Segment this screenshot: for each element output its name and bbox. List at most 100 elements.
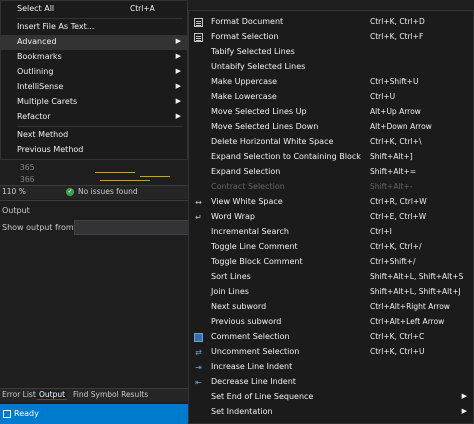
menu-item-label: Select All: [17, 4, 55, 13]
menu-item-label: Insert File As Text...: [17, 22, 95, 31]
chevron-right-icon: ▶: [175, 112, 181, 120]
menu-item-shortcut: Ctrl+A: [130, 4, 155, 13]
menu-item-label: Sort Lines: [211, 272, 251, 281]
menu-item-label: Move Selected Lines Up: [211, 107, 307, 116]
advanced-submenu: Format Document Ctrl+K, Ctrl+D Format Se…: [188, 10, 474, 424]
format-selection-icon: [194, 33, 203, 42]
menu-item-label: IntelliSense: [17, 82, 64, 91]
menu-item-shortcut: Shift+Alt+]: [370, 152, 413, 161]
chevron-right-icon: ▶: [175, 67, 181, 75]
menu-item-shortcut: Shift+Alt+-: [370, 182, 413, 191]
status-text: Ready: [14, 409, 39, 418]
menu-item-move-selected-lines-down[interactable]: Move Selected Lines Down Alt+Down Arrow: [189, 120, 473, 135]
menu-item-expand-selection-to-containing-block[interactable]: Expand Selection to Containing Block Shi…: [189, 150, 473, 165]
menu-item-previous-subword[interactable]: Previous subword Ctrl+Alt+Left Arrow: [189, 315, 473, 330]
menu-item-label: Contract Selection: [211, 182, 285, 191]
menu-item-label: Expand Selection: [211, 167, 281, 176]
chevron-right-icon: ▶: [175, 52, 181, 60]
white-space-icon: ↔: [195, 198, 202, 207]
decrease-indent-icon: ⇤: [195, 378, 202, 387]
menu-item-join-lines[interactable]: Join Lines Shift+Alt+L, Shift+Alt+J: [189, 285, 473, 300]
menu-item-label: Word Wrap: [211, 212, 255, 221]
menu-item-select-all[interactable]: Select All Ctrl+A: [1, 2, 187, 17]
tab-output[interactable]: Output: [37, 390, 68, 400]
output-panel-title: Output: [2, 206, 30, 215]
menu-item-shortcut: Ctrl+K, Ctrl+F: [370, 32, 424, 41]
menu-item-format-selection[interactable]: Format Selection Ctrl+K, Ctrl+F: [189, 30, 473, 45]
menu-item-shortcut: Alt+Up Arrow: [370, 107, 421, 116]
menu-separator: [17, 18, 183, 19]
menu-item-tabify-selected-lines[interactable]: Tabify Selected Lines: [189, 45, 473, 60]
menu-item-refactor[interactable]: Refactor ▶: [1, 110, 187, 125]
menu-item-label: View White Space: [211, 197, 283, 206]
menu-item-label: Next subword: [211, 302, 267, 311]
menu-item-uncomment-selection[interactable]: ⇄ Uncomment Selection Ctrl+K, Ctrl+U: [189, 345, 473, 360]
menu-item-shortcut: Ctrl+Alt+Right Arrow: [370, 302, 450, 311]
menu-item-label: Next Method: [17, 130, 69, 139]
output-source-dropdown[interactable]: [74, 220, 190, 235]
menu-item-shortcut: Ctrl+K, Ctrl+\: [370, 137, 422, 146]
menu-item-label: Format Document: [211, 17, 284, 26]
menu-item-label: Advanced: [17, 37, 57, 46]
menu-item-label: Set End of Line Sequence: [211, 392, 314, 401]
menu-item-shortcut: Ctrl+Alt+Left Arrow: [370, 317, 445, 326]
menu-item-delete-horizontal-white-space[interactable]: Delete Horizontal White Space Ctrl+K, Ct…: [189, 135, 473, 150]
menu-item-label: Set Indentation: [211, 407, 273, 416]
menu-item-advanced[interactable]: Advanced ▶: [1, 35, 187, 50]
menu-item-previous-method[interactable]: Previous Method: [1, 143, 187, 158]
menu-item-multiple-carets[interactable]: Multiple Carets ▶: [1, 95, 187, 110]
menu-item-shortcut: Ctrl+K, Ctrl+/: [370, 242, 422, 251]
menu-item-comment-selection[interactable]: Comment Selection Ctrl+K, Ctrl+C: [189, 330, 473, 345]
menu-item-shortcut: Shift+Alt+=: [370, 167, 417, 176]
menu-item-set-indentation[interactable]: Set Indentation ▶: [189, 405, 473, 420]
menu-item-label: Untabify Selected Lines: [211, 62, 306, 71]
menu-item-view-white-space[interactable]: ↔ View White Space Ctrl+R, Ctrl+W: [189, 195, 473, 210]
menu-item-make-lowercase[interactable]: Make Lowercase Ctrl+U: [189, 90, 473, 105]
uncomment-icon: ⇄: [195, 348, 202, 357]
menu-item-shortcut: Ctrl+R, Ctrl+W: [370, 197, 427, 206]
menu-item-label: Previous subword: [211, 317, 282, 326]
menu-item-move-selected-lines-up[interactable]: Move Selected Lines Up Alt+Up Arrow: [189, 105, 473, 120]
menu-item-label: Increase Line Indent: [211, 362, 293, 371]
tab-find-symbol-results[interactable]: Find Symbol Results: [71, 390, 150, 399]
comment-icon: [194, 333, 203, 342]
menu-item-sort-lines[interactable]: Sort Lines Shift+Alt+L, Shift+Alt+S: [189, 270, 473, 285]
menu-item-expand-selection[interactable]: Expand Selection Shift+Alt+=: [189, 165, 473, 180]
menu-item-next-method[interactable]: Next Method: [1, 128, 187, 143]
menu-item-decrease-line-indent[interactable]: ⇤ Decrease Line Indent: [189, 375, 473, 390]
edit-menu: Select All Ctrl+A Insert File As Text...…: [0, 0, 188, 160]
menu-item-shortcut: Alt+Down Arrow: [370, 122, 432, 131]
menu-item-increase-line-indent[interactable]: ⇥ Increase Line Indent: [189, 360, 473, 375]
chevron-right-icon: ▶: [461, 392, 467, 400]
menu-item-label: Comment Selection: [211, 332, 290, 341]
menu-item-label: Multiple Carets: [17, 97, 78, 106]
menu-item-untabify-selected-lines[interactable]: Untabify Selected Lines: [189, 60, 473, 75]
menu-item-insert-file-as-text[interactable]: Insert File As Text...: [1, 20, 187, 35]
menu-item-toggle-line-comment[interactable]: Toggle Line Comment Ctrl+K, Ctrl+/: [189, 240, 473, 255]
status-icon: [3, 410, 11, 418]
menu-item-outlining[interactable]: Outlining ▶: [1, 65, 187, 80]
chevron-right-icon: ▶: [175, 97, 181, 105]
menu-item-shortcut: Ctrl+Shift+/: [370, 257, 416, 266]
menu-item-shortcut: Ctrl+K, Ctrl+C: [370, 332, 425, 341]
menu-item-format-document[interactable]: Format Document Ctrl+K, Ctrl+D: [189, 15, 473, 30]
zoom-level[interactable]: 110 %: [2, 187, 26, 196]
menu-item-set-end-of-line-sequence[interactable]: Set End of Line Sequence ▶: [189, 390, 473, 405]
menu-item-label: Make Lowercase: [211, 92, 277, 101]
menu-item-label: Delete Horizontal White Space: [211, 137, 334, 146]
menu-item-shortcut: Shift+Alt+L, Shift+Alt+S: [370, 272, 464, 281]
word-wrap-icon: ↵: [195, 213, 202, 222]
menu-item-label: Refactor: [17, 112, 51, 121]
menu-item-toggle-block-comment[interactable]: Toggle Block Comment Ctrl+Shift+/: [189, 255, 473, 270]
menu-item-intellisense[interactable]: IntelliSense ▶: [1, 80, 187, 95]
menu-item-incremental-search[interactable]: Incremental Search Ctrl+I: [189, 225, 473, 240]
menu-item-label: Outlining: [17, 67, 54, 76]
menu-item-word-wrap[interactable]: ↵ Word Wrap Ctrl+E, Ctrl+W: [189, 210, 473, 225]
menu-item-bookmarks[interactable]: Bookmarks ▶: [1, 50, 187, 65]
menu-item-label: Previous Method: [17, 145, 84, 154]
menu-item-make-uppercase[interactable]: Make Uppercase Ctrl+Shift+U: [189, 75, 473, 90]
tab-error-list[interactable]: Error List: [0, 390, 38, 399]
menu-item-label: Toggle Line Comment: [211, 242, 298, 251]
issues-status[interactable]: No issues found: [78, 187, 138, 196]
menu-item-next-subword[interactable]: Next subword Ctrl+Alt+Right Arrow: [189, 300, 473, 315]
